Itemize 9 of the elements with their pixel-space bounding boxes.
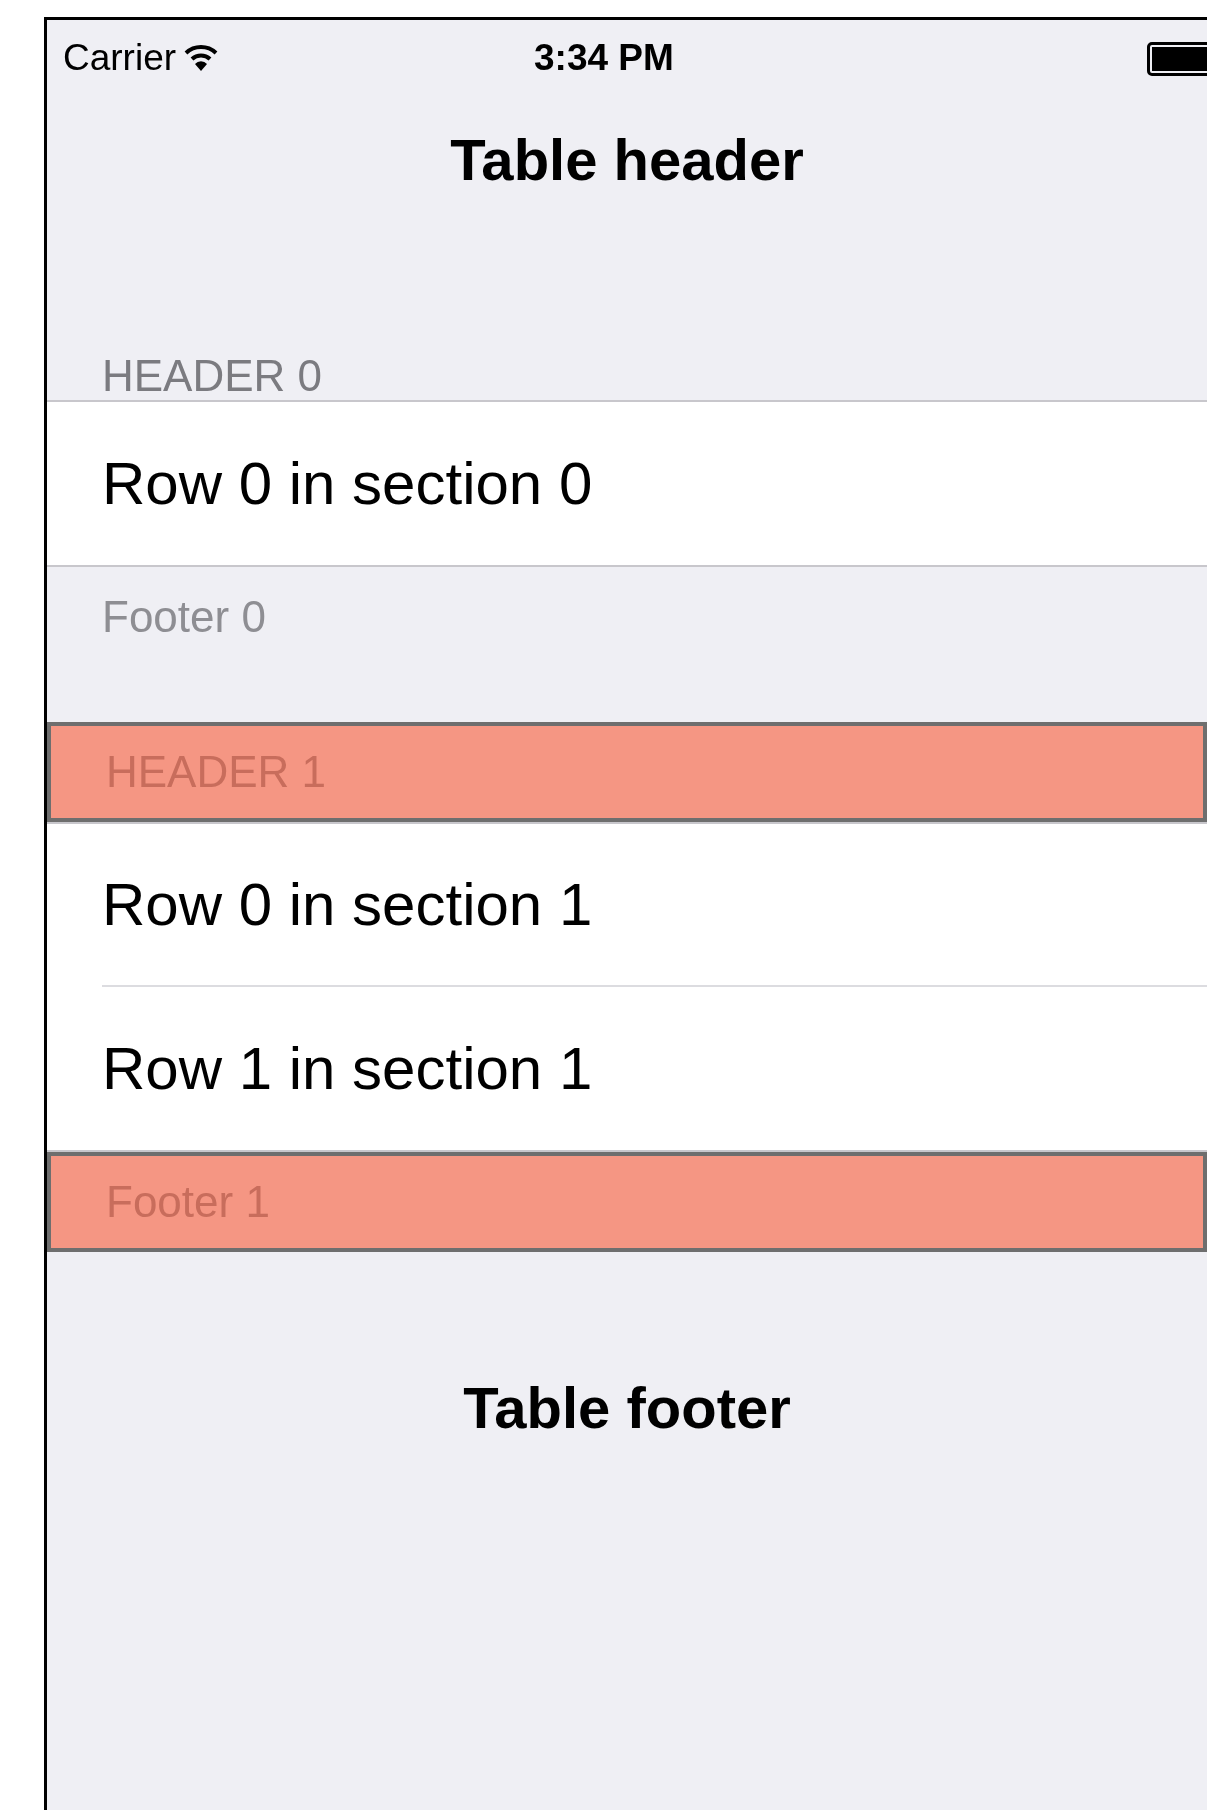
table-footer-title: Table footer [463, 1374, 791, 1442]
table-row[interactable]: Row 0 in section 1 [102, 824, 1207, 987]
section-header: HEADER 0 [101, 349, 324, 400]
table-header-title: Table header [450, 126, 804, 194]
table-row[interactable]: Row 1 in section 1 [102, 987, 1207, 1150]
section-footer: Footer 0 [47, 567, 1207, 667]
status-time: 3:34 PM [534, 36, 674, 81]
carrier-label: Carrier [63, 36, 177, 81]
wifi-icon [184, 44, 219, 72]
